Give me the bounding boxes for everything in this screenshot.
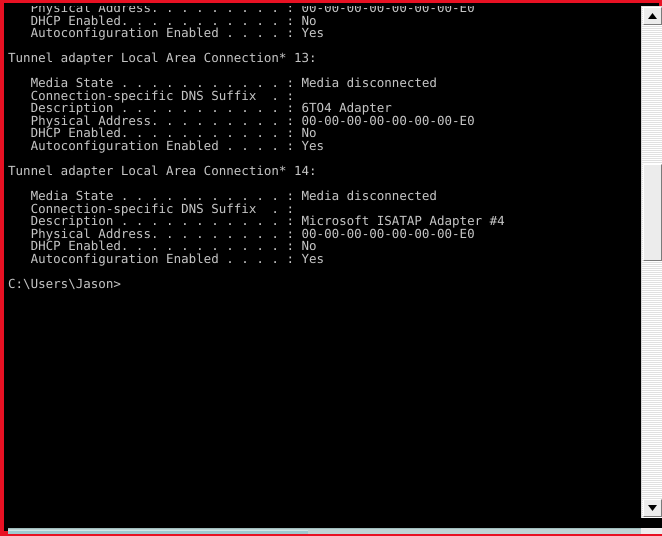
scroll-up-button[interactable]	[643, 7, 662, 25]
triangle-down-icon	[644, 505, 661, 511]
scrollbar-corner	[641, 528, 662, 534]
horizontal-scrollbar-thumb[interactable]	[8, 530, 308, 534]
console-line: C:\Users\Jason>	[8, 276, 121, 292]
screen-capture-red-border: Physical Address. . . . . . . . . : 00-0…	[0, 0, 662, 536]
horizontal-scrollbar[interactable]	[8, 528, 641, 534]
vertical-scrollbar[interactable]	[641, 6, 662, 518]
console-line: Autoconfiguration Enabled . . . . : Yes	[8, 138, 325, 154]
triangle-up-icon	[644, 13, 661, 19]
console-line: Tunnel adapter Local Area Connection* 13…	[8, 50, 317, 66]
scroll-down-button[interactable]	[643, 499, 662, 517]
console-output-text[interactable]: Physical Address. . . . . . . . . : 00-0…	[8, 6, 638, 530]
console-line: Autoconfiguration Enabled . . . . : Yes	[8, 250, 325, 266]
console-line: Autoconfiguration Enabled . . . . : Yes	[8, 25, 325, 41]
command-prompt-window[interactable]: Physical Address. . . . . . . . . : 00-0…	[8, 6, 662, 534]
vertical-scrollbar-thumb[interactable]	[643, 164, 662, 261]
console-line: Tunnel adapter Local Area Connection* 14…	[8, 163, 317, 179]
